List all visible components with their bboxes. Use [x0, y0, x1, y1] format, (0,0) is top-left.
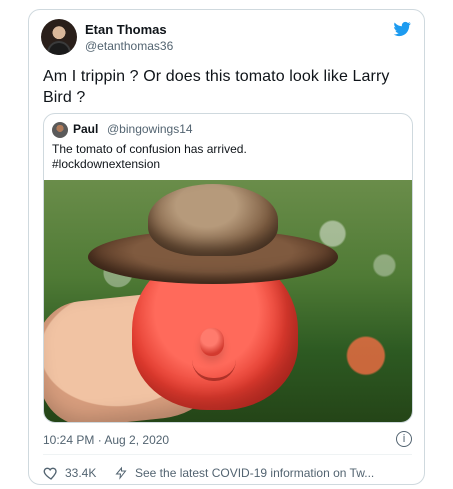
author-handle[interactable]: @etanthomas36	[85, 39, 173, 53]
covid-link-text: See the latest COVID-19 information on T…	[135, 466, 375, 480]
quoted-author-name[interactable]: Paul	[73, 122, 98, 136]
author-avatar[interactable]	[41, 19, 77, 55]
heart-icon	[43, 465, 59, 481]
tweet-timestamp[interactable]: 10:24 PM · Aug 2, 2020	[43, 433, 169, 447]
tweet-text: Am I trippin ? Or does this tomato look …	[43, 68, 390, 106]
tomato-nose	[200, 328, 224, 356]
hat-crown	[148, 184, 278, 256]
quoted-tweet[interactable]: Paul @bingowings14 The tomato of confusi…	[43, 113, 413, 423]
covid-info-link[interactable]: See the latest COVID-19 information on T…	[115, 465, 374, 481]
quoted-author-avatar[interactable]	[52, 122, 68, 138]
author-name[interactable]: Etan Thomas	[85, 22, 167, 37]
tweet-actions: 33.4K See the latest COVID-19 informatio…	[43, 465, 412, 481]
hat-image	[88, 184, 338, 294]
divider	[43, 454, 412, 455]
quoted-text-line: The tomato of confusion has arrived.	[52, 142, 247, 156]
tweet-card: Etan Thomas @etanthomas36 Am I trippin ?…	[28, 9, 425, 485]
twitter-bird-icon[interactable]	[392, 20, 412, 38]
tomato-mouth	[192, 360, 236, 381]
quoted-tweet-text: The tomato of confusion has arrived. #lo…	[52, 142, 402, 172]
like-count: 33.4K	[65, 466, 97, 480]
quoted-tweet-photo[interactable]	[44, 180, 412, 422]
info-icon[interactable]: i	[396, 431, 412, 447]
quoted-author-handle[interactable]: @bingowings14	[107, 122, 193, 136]
quoted-hashtag[interactable]: #lockdownextension	[52, 157, 402, 172]
like-button[interactable]: 33.4K	[43, 465, 96, 481]
lightning-icon	[115, 465, 127, 481]
